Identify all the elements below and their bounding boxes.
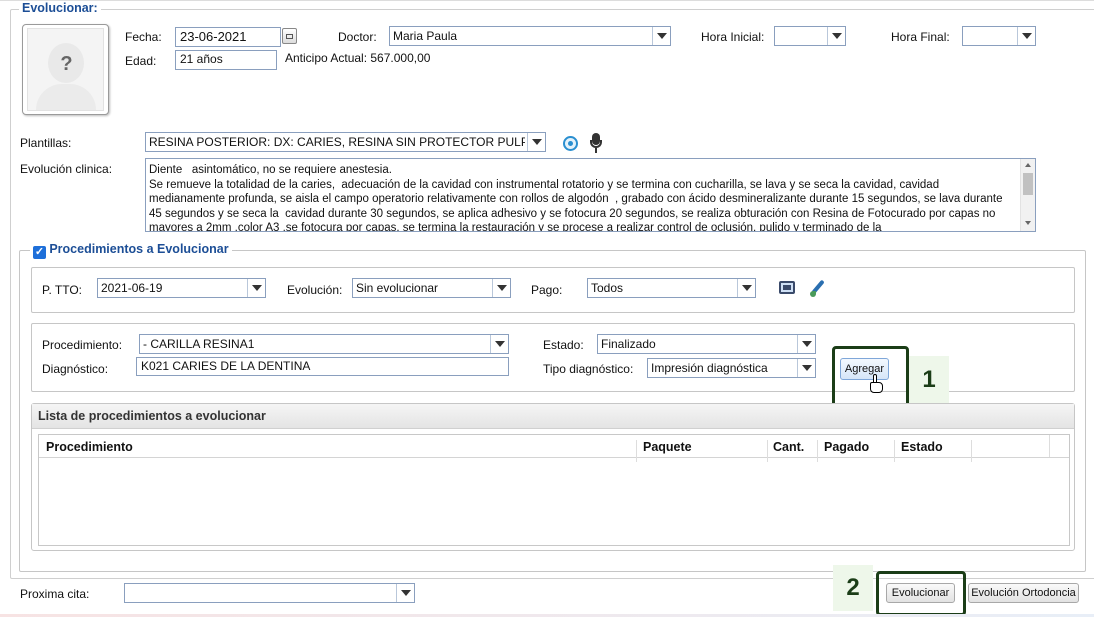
fecha-label: Fecha: bbox=[125, 30, 162, 44]
col-empty bbox=[972, 435, 1050, 457]
chevron-down-icon[interactable] bbox=[492, 279, 510, 297]
doctor-select[interactable]: Maria Paula bbox=[389, 26, 671, 46]
plantillas-select[interactable]: RESINA POSTERIOR: DX: CARIES, RESINA SIN… bbox=[145, 132, 546, 152]
evolucion-filter-label: Evolución: bbox=[287, 283, 343, 297]
estado-select[interactable]: Finalizado bbox=[597, 334, 816, 354]
col-cant[interactable]: Cant. bbox=[773, 440, 818, 462]
patient-avatar[interactable]: ? bbox=[22, 24, 109, 115]
calendar-icon[interactable] bbox=[282, 28, 297, 44]
tipo-diagnostico-label: Tipo diagnóstico: bbox=[543, 362, 634, 376]
microphone-icon[interactable] bbox=[589, 133, 603, 155]
chevron-down-icon[interactable] bbox=[737, 279, 755, 297]
avatar-question-mark: ? bbox=[60, 53, 73, 75]
evolucion-textarea[interactable]: Diente asintomático, no se requiere anes… bbox=[145, 158, 1036, 232]
evolucion-label: Evolución clinica: bbox=[20, 162, 113, 176]
chevron-down-icon[interactable] bbox=[396, 584, 414, 602]
top-divider bbox=[0, 0, 1094, 1]
chevron-down-icon[interactable] bbox=[827, 27, 845, 45]
lista-panel: Lista de procedimientos a evolucionar Pr… bbox=[31, 403, 1075, 551]
evolucion-text: Diente asintomático, no se requiere anes… bbox=[149, 164, 1003, 232]
evolucion-filter-select[interactable]: Sin evolucionar bbox=[352, 278, 511, 298]
pago-label: Pago: bbox=[531, 283, 563, 297]
procedimientos-checkbox[interactable]: ✓ bbox=[33, 246, 46, 259]
procedimientos-title: Procedimientos a Evolucionar bbox=[49, 242, 229, 256]
proxima-cita-select[interactable] bbox=[124, 583, 415, 603]
hora-inicial-label: Hora Inicial: bbox=[701, 30, 765, 44]
col-procedimiento[interactable]: Procedimiento bbox=[46, 440, 637, 462]
brush-icon[interactable] bbox=[808, 279, 826, 298]
pago-select[interactable]: Todos bbox=[587, 278, 756, 298]
ptto-label: P. TTO: bbox=[42, 283, 83, 297]
chevron-down-icon[interactable] bbox=[1017, 27, 1035, 45]
annotation-step-2: 2 bbox=[833, 565, 873, 611]
col-paquete[interactable]: Paquete bbox=[643, 440, 768, 462]
hora-inicial-select[interactable] bbox=[774, 26, 846, 46]
chevron-down-icon[interactable] bbox=[490, 335, 508, 353]
ptto-select[interactable]: 2021-06-19 bbox=[97, 278, 266, 298]
anticipo-text: Anticipo Actual: 567.000,00 bbox=[285, 51, 431, 65]
chevron-down-icon[interactable] bbox=[247, 279, 265, 297]
highlight-box-1 bbox=[832, 346, 909, 408]
hora-final-select[interactable] bbox=[962, 26, 1036, 46]
hora-final-label: Hora Final: bbox=[891, 30, 950, 44]
procedimiento-label: Procedimiento: bbox=[42, 338, 123, 352]
table-header: Procedimiento Paquete Cant. Pagado Estad… bbox=[39, 435, 1069, 462]
film-icon[interactable] bbox=[779, 281, 795, 294]
evolucion-ortodoncia-button[interactable]: Evolución Ortodoncia bbox=[968, 583, 1079, 603]
tipo-diagnostico-select[interactable]: Impresión diagnóstica bbox=[647, 358, 816, 378]
fecha-input[interactable]: 23-06-2021 bbox=[175, 27, 281, 47]
edad-input[interactable]: 21 años bbox=[175, 50, 277, 70]
procedimientos-legend: ✓ Procedimientos a Evolucionar bbox=[30, 242, 232, 260]
chevron-down-icon[interactable] bbox=[797, 335, 815, 353]
chevron-down-icon[interactable] bbox=[527, 133, 545, 151]
diagnostico-input[interactable]: K021 CARIES DE LA DENTINA bbox=[136, 357, 509, 376]
textarea-scrollbar[interactable] bbox=[1020, 159, 1035, 231]
section-title: Evolucionar: bbox=[19, 1, 101, 15]
annotation-step-1: 1 bbox=[909, 356, 949, 404]
plantillas-label: Plantillas: bbox=[20, 136, 72, 150]
edad-label: Edad: bbox=[125, 54, 157, 68]
col-pagado[interactable]: Pagado bbox=[824, 440, 895, 462]
proxima-cita-label: Proxima cita: bbox=[20, 587, 90, 601]
estado-label: Estado: bbox=[543, 338, 584, 352]
diagnostico-label: Diagnóstico: bbox=[42, 362, 109, 376]
procedimiento-select[interactable]: - CARILLA RESINA1 bbox=[139, 334, 509, 354]
lista-title: Lista de procedimientos a evolucionar bbox=[38, 409, 266, 423]
chevron-down-icon[interactable] bbox=[652, 27, 670, 45]
highlight-box-2 bbox=[876, 571, 966, 616]
col-estado[interactable]: Estado bbox=[901, 440, 972, 462]
procedimientos-table: Procedimiento Paquete Cant. Pagado Estad… bbox=[38, 434, 1070, 546]
chevron-down-icon[interactable] bbox=[797, 359, 815, 377]
voice-assistant-icon[interactable] bbox=[563, 136, 578, 151]
doctor-label: Doctor: bbox=[338, 30, 377, 44]
lista-header-bar: Lista de procedimientos a evolucionar bbox=[32, 404, 1074, 429]
